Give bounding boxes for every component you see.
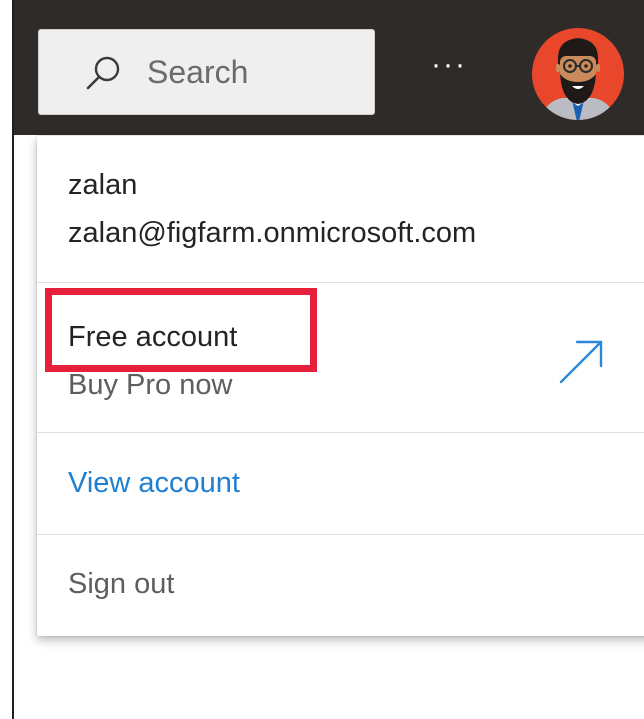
more-options-icon: ···: [431, 48, 467, 81]
search-icon: [86, 56, 120, 90]
left-edge: [0, 0, 14, 719]
user-name: zalan: [68, 169, 138, 201]
view-account-link[interactable]: View account: [68, 466, 240, 500]
sign-out-button[interactable]: Sign out: [68, 567, 174, 601]
free-account-item[interactable]: Free account Buy Pro now: [37, 282, 644, 432]
search-box[interactable]: Search: [38, 29, 375, 115]
app-window: Search ··· zalan zalan@figfarm.onmicroso…: [0, 0, 644, 719]
divider: [37, 534, 644, 535]
avatar[interactable]: [532, 22, 624, 126]
divider: [37, 432, 644, 433]
highlight-annotation: [45, 288, 317, 372]
search-placeholder: Search: [147, 54, 249, 90]
user-email: zalan@figfarm.onmicrosoft.com: [68, 217, 477, 249]
more-options-button[interactable]: ···: [419, 40, 479, 100]
buy-pro-label: Buy Pro now: [68, 369, 233, 401]
account-menu: zalan zalan@figfarm.onmicrosoft.com Free…: [37, 136, 644, 636]
external-arrow-icon: [559, 340, 603, 384]
top-bar: Search ···: [14, 0, 644, 135]
